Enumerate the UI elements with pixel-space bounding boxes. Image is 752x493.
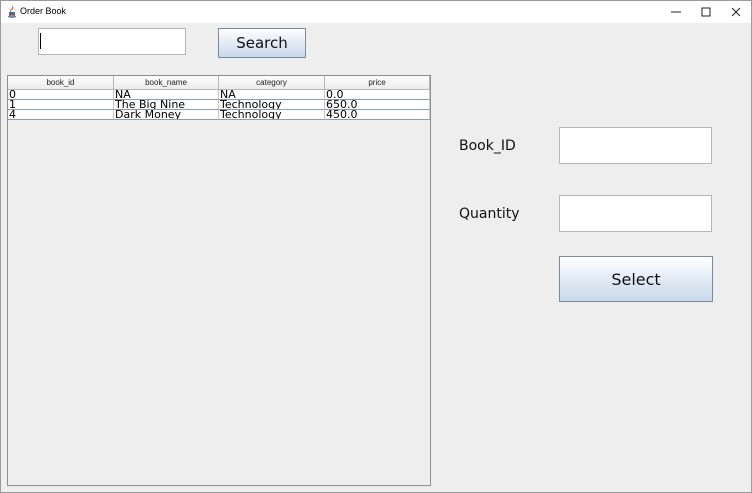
minimize-icon[interactable] xyxy=(661,1,691,23)
cell-category[interactable]: Technology xyxy=(219,100,325,110)
window-title: Order Book xyxy=(20,6,67,16)
content-pane: Search book_id book_name category price … xyxy=(1,23,751,492)
table-body: 0 NA NA 0.0 1 The Big Nine Technology 65… xyxy=(8,90,430,120)
table-row[interactable]: 4 Dark Money Technology 450.0 xyxy=(8,110,430,120)
cell-book-name[interactable]: NA xyxy=(114,90,219,100)
cell-price[interactable]: 0.0 xyxy=(325,90,430,100)
cell-category[interactable]: NA xyxy=(219,90,325,100)
cell-book-id[interactable]: 4 xyxy=(8,110,114,120)
column-header-price[interactable]: price xyxy=(325,76,430,90)
maximize-icon[interactable] xyxy=(691,1,721,23)
quantity-field[interactable] xyxy=(559,195,712,232)
close-icon[interactable] xyxy=(721,1,751,23)
select-button[interactable]: Select xyxy=(559,256,713,302)
order-book-window: Order Book Search book_id book_name cate… xyxy=(0,0,752,493)
cell-price[interactable]: 450.0 xyxy=(325,110,430,120)
cell-price[interactable]: 650.0 xyxy=(325,100,430,110)
book-id-field[interactable] xyxy=(559,127,712,164)
text-caret xyxy=(40,33,41,49)
quantity-label: Quantity xyxy=(459,206,520,222)
cell-book-id[interactable]: 1 xyxy=(8,100,114,110)
table-row[interactable]: 1 The Big Nine Technology 650.0 xyxy=(8,100,430,110)
column-header-category[interactable]: category xyxy=(219,76,325,90)
cell-category[interactable]: Technology xyxy=(219,110,325,120)
cell-book-name[interactable]: The Big Nine xyxy=(114,100,219,110)
title-bar[interactable]: Order Book xyxy=(1,1,751,23)
books-table[interactable]: book_id book_name category price 0 NA NA… xyxy=(7,75,431,486)
cell-book-id[interactable]: 0 xyxy=(8,90,114,100)
table-row[interactable]: 0 NA NA 0.0 xyxy=(8,90,430,100)
search-button[interactable]: Search xyxy=(218,28,306,58)
book-id-label: Book_ID xyxy=(459,138,516,154)
java-app-icon xyxy=(7,6,17,18)
search-input[interactable] xyxy=(38,28,186,55)
table-header: book_id book_name category price xyxy=(8,76,430,90)
column-header-book-id[interactable]: book_id xyxy=(8,76,114,90)
cell-book-name[interactable]: Dark Money xyxy=(114,110,219,120)
column-header-book-name[interactable]: book_name xyxy=(114,76,219,90)
